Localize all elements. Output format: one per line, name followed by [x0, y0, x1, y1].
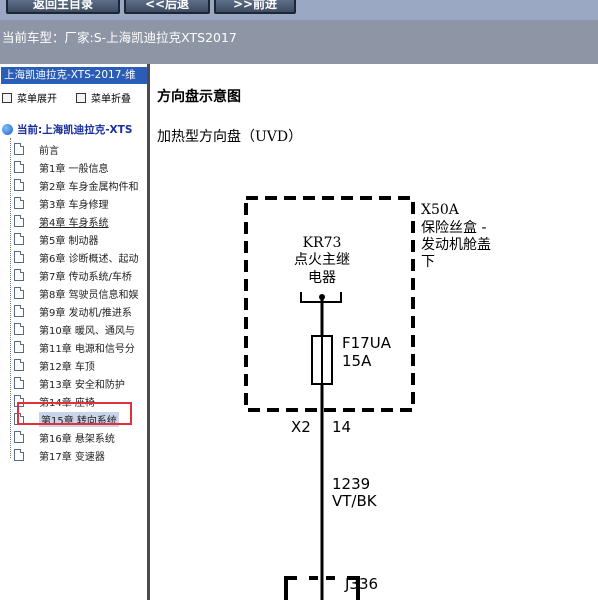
document-icon — [14, 215, 24, 227]
tree-item[interactable]: 第13章 安全和防护 — [14, 375, 125, 391]
tree-item[interactable]: 第6章 诊断概述、起动 — [14, 249, 139, 265]
wire-color: VT/BK — [332, 492, 378, 510]
tree-item[interactable]: 第1章 一般信息 — [14, 159, 109, 175]
globe-icon — [2, 124, 13, 135]
vehicle-label: 当前车型：厂家:S-上海凯迪拉克XTS2017 — [2, 30, 237, 45]
home-button[interactable]: 返回主目录 — [6, 0, 120, 14]
tree-item-label: 前言 — [39, 145, 59, 157]
fuse-id: F17UA — [342, 334, 392, 352]
tree-item[interactable]: 第8章 驾驶员信息和娱 — [14, 285, 139, 301]
tree-item[interactable]: 第5章 制动器 — [14, 231, 99, 247]
tree-item-label: 第1章 一般信息 — [39, 163, 109, 175]
pin-number: 14 — [332, 418, 351, 436]
tree-item-label: 第11章 电源和信号分 — [39, 343, 135, 355]
tree-item-label: 第10章 暖风、通风与 — [39, 325, 135, 337]
document-icon — [14, 323, 24, 335]
fuse-box-id: X50A — [421, 202, 460, 218]
fuse-box-desc-2: 发动机舱盖 — [421, 237, 491, 253]
relay-name-1: 点火主继 — [294, 252, 350, 268]
tree-item-label: 第7章 传动系统/车桥 — [39, 271, 132, 283]
tree-item[interactable]: 第4章 车身系统 — [14, 213, 109, 229]
tree-item[interactable]: 第11章 电源和信号分 — [14, 339, 135, 355]
tree-item[interactable]: 前言 — [14, 141, 59, 157]
tree-item[interactable]: 第9章 发动机/推进系 — [14, 303, 132, 319]
navigation-tree-panel: 上海凯迪拉克-XTS-2017-维 菜单展开 菜单折叠 当前:上海凯迪拉克-XT… — [0, 64, 147, 600]
tree-item-label: 第8章 驾驶员信息和娱 — [39, 289, 139, 301]
forward-button[interactable]: >>前进 — [214, 0, 296, 14]
document-icon — [14, 377, 24, 389]
collapse-icon — [76, 92, 86, 103]
wiring-diagram: X50A 保险丝盒 - 发动机舱盖 下 KR73 点火主继 电器 F17UA 1… — [244, 196, 491, 600]
collapse-label: 菜单折叠 — [91, 94, 131, 105]
document-icon — [14, 197, 24, 209]
highlight-box — [17, 402, 132, 425]
tree-controls: 菜单展开 菜单折叠 — [0, 90, 147, 105]
tree-item-label: 第16章 悬架系统 — [39, 433, 115, 445]
wire-circuit: 1239 — [332, 475, 370, 493]
tree-item-label: 第13章 安全和防护 — [39, 379, 125, 391]
expand-menu-button[interactable]: 菜单展开 — [2, 90, 57, 105]
tree-root-label: 当前:上海凯迪拉克-XTS — [17, 124, 133, 136]
tree-item[interactable]: 第10章 暖风、通风与 — [14, 321, 135, 337]
tree-item[interactable]: 第3章 车身修理 — [14, 195, 109, 211]
tree-item-label: 第2章 车身金属构件和 — [39, 181, 139, 193]
connector-id: X2 — [291, 418, 311, 436]
tree-item[interactable]: 第2章 车身金属构件和 — [14, 177, 139, 193]
back-button[interactable]: <<后退 — [124, 0, 210, 14]
tree-item[interactable]: 第16章 悬架系统 — [14, 429, 115, 445]
document-icon — [14, 359, 24, 371]
tree-item-label: 第17章 变速器 — [39, 451, 105, 463]
tree-item-label: 第6章 诊断概述、起动 — [39, 253, 139, 265]
relay-id: KR73 — [303, 235, 342, 251]
document-icon — [14, 431, 24, 443]
main-content: 方向盘示意图 加热型方向盘（UVD） X50A 保险丝盒 - 发动机舱盖 下 K… — [150, 64, 598, 600]
document-icon — [14, 287, 24, 299]
document-icon — [14, 161, 24, 173]
relay-name-2: 电器 — [308, 270, 336, 286]
tree-item[interactable]: 第17章 变速器 — [14, 447, 105, 463]
document-icon — [14, 233, 24, 245]
tree-title: 上海凯迪拉克-XTS-2017-维 — [1, 67, 147, 84]
fuse-rating: 15A — [342, 352, 372, 370]
tree-item-label: 第4章 车身系统 — [39, 217, 109, 229]
expand-icon — [2, 92, 12, 103]
expand-label: 菜单展开 — [17, 94, 57, 105]
tree-item-label: 第3章 车身修理 — [39, 199, 109, 211]
document-icon — [14, 305, 24, 317]
tree-item-label: 第5章 制动器 — [39, 235, 99, 247]
fuse-box-desc-1: 保险丝盒 - — [421, 219, 487, 236]
top-toolbar: 返回主目录 <<后退 >>前进 — [0, 0, 598, 20]
tree-item-label: 第12章 车顶 — [39, 361, 95, 373]
document-icon — [14, 341, 24, 353]
vehicle-bar: 当前车型：厂家:S-上海凯迪拉克XTS2017 — [0, 20, 598, 64]
collapse-menu-button[interactable]: 菜单折叠 — [76, 90, 131, 105]
tree-connector — [10, 138, 11, 458]
tree-item-label: 第9章 发动机/推进系 — [39, 307, 132, 319]
document-icon — [14, 269, 24, 281]
document-icon — [14, 251, 24, 263]
document-icon — [14, 449, 24, 461]
tree-item[interactable]: 第12章 车顶 — [14, 357, 95, 373]
fuse-box-desc-3: 下 — [421, 254, 435, 270]
document-icon — [14, 143, 24, 155]
splice-id: J336 — [344, 575, 378, 593]
tree-item[interactable]: 第7章 传动系统/车桥 — [14, 267, 132, 283]
document-icon — [14, 179, 24, 191]
tree-root[interactable]: 当前:上海凯迪拉克-XTS — [2, 122, 132, 137]
